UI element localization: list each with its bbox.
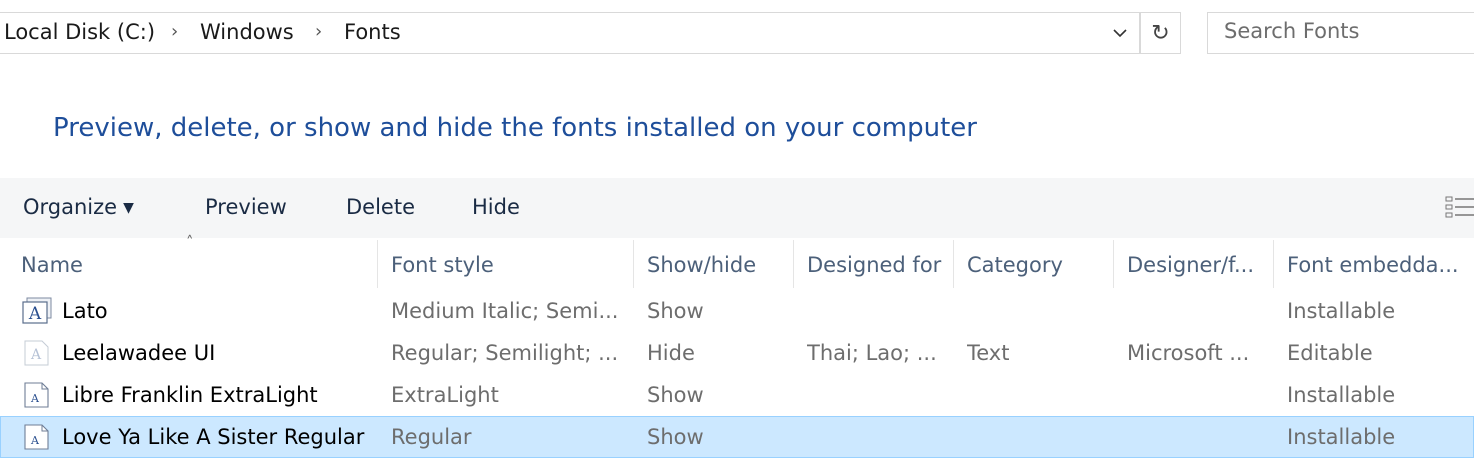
font-row[interactable]: A Lato Medium Italic; Semi... Show Insta… (0, 290, 1474, 332)
refresh-icon: ↻ (1151, 20, 1170, 46)
column-header-name[interactable]: Name (0, 240, 378, 288)
font-row[interactable]: A Leelawadee UI Regular; Semilight; ... … (0, 332, 1474, 374)
font-name: Libre Franklin ExtraLight (62, 383, 318, 407)
category: Text (967, 341, 1010, 365)
refresh-button[interactable]: ↻ (1140, 12, 1181, 54)
column-header-font-style[interactable]: Font style (378, 240, 634, 288)
font-file-icon: A (24, 424, 49, 450)
organize-label: Organize (23, 195, 118, 219)
address-bar[interactable]: Local Disk (C:) › Windows › Fonts (0, 12, 1140, 54)
column-header-designed-for[interactable]: Designed for (794, 240, 954, 288)
font-embeddability: Installable (1287, 425, 1396, 449)
font-embeddability: Installable (1287, 383, 1396, 407)
show-hide: Show (647, 299, 704, 323)
details-view-icon[interactable] (1445, 195, 1474, 219)
delete-button[interactable]: Delete (346, 195, 415, 219)
font-name: Love Ya Like A Sister Regular (62, 425, 365, 449)
breadcrumb-separator-icon[interactable]: › (171, 21, 178, 42)
show-hide: Show (647, 383, 704, 407)
search-box[interactable] (1207, 12, 1474, 54)
preview-button[interactable]: Preview (205, 195, 287, 219)
command-bar: Organize ▼ Preview Delete Hide (0, 178, 1474, 238)
font-style: ExtraLight (391, 383, 499, 407)
font-embeddability: Editable (1287, 341, 1373, 365)
breadcrumb-windows[interactable]: Windows (200, 20, 294, 44)
svg-text:A: A (30, 434, 40, 447)
svg-text:A: A (30, 392, 40, 405)
font-family-icon: A (22, 297, 52, 324)
font-row[interactable]: A Libre Franklin ExtraLight ExtraLight S… (0, 374, 1474, 416)
font-name: Leelawadee UI (62, 341, 216, 365)
font-embeddability: Installable (1287, 299, 1396, 323)
breadcrumb-separator-icon[interactable]: › (315, 21, 322, 42)
show-hide: Show (647, 425, 704, 449)
breadcrumb-fonts[interactable]: Fonts (344, 20, 401, 44)
font-style: Regular; Semilight; ... (391, 341, 619, 365)
font-style: Regular (391, 425, 472, 449)
page-heading: Preview, delete, or show and hide the fo… (53, 113, 977, 143)
show-hide: Hide (647, 341, 695, 365)
font-style: Medium Italic; Semi... (391, 299, 619, 323)
font-name: Lato (62, 299, 108, 323)
column-header-row: Name Font style Show/hide Designed for C… (0, 240, 1474, 288)
designer: Microsoft ... (1127, 341, 1250, 365)
search-input[interactable] (1208, 13, 1474, 43)
svg-text:A: A (30, 347, 42, 363)
organize-caret-icon: ▼ (123, 200, 134, 216)
column-header-font-embeddability[interactable]: Font embedda... (1274, 240, 1474, 288)
font-row-selected[interactable]: A Love Ya Like A Sister Regular Regular … (0, 416, 1474, 458)
svg-text:A: A (28, 304, 42, 324)
column-header-designer[interactable]: Designer/f... (1114, 240, 1274, 288)
designed-for: Thai; Lao; ... (807, 341, 937, 365)
column-header-show-hide[interactable]: Show/hide (634, 240, 794, 288)
hide-button[interactable]: Hide (472, 195, 520, 219)
organize-button[interactable]: Organize ▼ (23, 195, 134, 219)
font-hidden-icon: A (24, 340, 49, 366)
font-file-icon: A (24, 382, 49, 408)
address-history-dropdown-icon[interactable] (1100, 13, 1140, 53)
breadcrumb-local-disk[interactable]: Local Disk (C:) (4, 20, 155, 44)
column-header-category[interactable]: Category (954, 240, 1114, 288)
